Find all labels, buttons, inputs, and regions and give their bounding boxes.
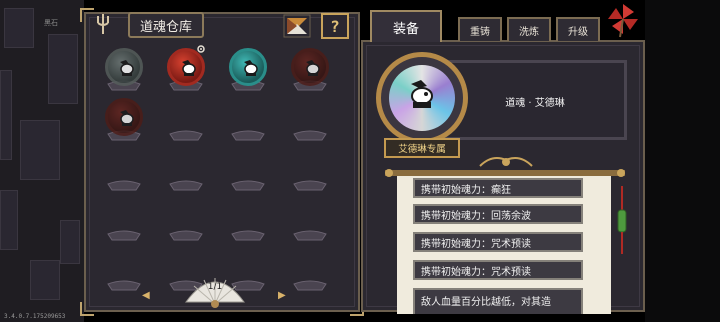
pedestal xyxy=(107,230,141,241)
exclusive-label: 艾德琳专属 xyxy=(384,138,460,158)
empty-soul-slot[interactable] xyxy=(102,148,146,196)
empty-soul-slot[interactable] xyxy=(164,98,208,146)
pinwheel-icon[interactable] xyxy=(606,2,640,38)
frame-corner xyxy=(80,8,94,22)
empty-soul-slot[interactable] xyxy=(164,198,208,246)
empty-soul-slot[interactable] xyxy=(226,98,270,146)
soul-orb xyxy=(105,98,143,136)
next-page-arrow-icon[interactable]: ▶ xyxy=(278,290,286,301)
pedestal xyxy=(107,280,141,291)
pedestal xyxy=(231,130,265,141)
pedestal xyxy=(293,280,327,291)
empty-soul-slot[interactable] xyxy=(164,148,208,196)
tab-refine[interactable]: 洗炼 xyxy=(507,17,551,41)
scroll-rod xyxy=(385,169,625,177)
pedestal xyxy=(293,130,327,141)
pedestal xyxy=(169,130,203,141)
background-label: 黑石 xyxy=(44,19,58,27)
sort-button[interactable] xyxy=(283,14,311,38)
help-button[interactable]: ? xyxy=(321,13,349,39)
empty-soul-slot[interactable] xyxy=(288,148,332,196)
background-scene-right xyxy=(645,0,720,322)
bird-icon xyxy=(182,60,196,76)
bird-icon xyxy=(120,60,134,76)
bird-icon xyxy=(244,60,258,76)
trident-icon xyxy=(97,14,109,34)
version-text: 3.4.0.7.175209653 xyxy=(4,313,66,320)
tab-equip[interactable]: 装备 xyxy=(370,10,442,42)
soul-slot[interactable] xyxy=(102,48,146,96)
effect-entry: 携带初始魂力：咒术预读 xyxy=(413,232,583,252)
pedestal xyxy=(169,230,203,241)
pedestal xyxy=(169,180,203,191)
pedestal xyxy=(107,180,141,191)
pedestal xyxy=(293,180,327,191)
soul-slot[interactable] xyxy=(164,45,208,96)
jade-tassel-icon xyxy=(617,186,627,254)
empty-soul-slot[interactable] xyxy=(102,198,146,246)
pager: ◀ 1/1 ▶ xyxy=(140,274,290,312)
empty-soul-slot[interactable] xyxy=(226,198,270,246)
bird-icon xyxy=(411,80,433,108)
pedestal xyxy=(231,230,265,241)
soul-orb xyxy=(291,48,329,86)
bird-icon xyxy=(306,60,320,76)
bird-icon xyxy=(120,110,134,126)
prev-page-arrow-icon[interactable]: ◀ xyxy=(142,290,150,301)
effect-entry: 敌人血量百分比越低，对其造 xyxy=(413,288,583,314)
effect-entry: 携带初始魂力：癫狂 xyxy=(413,178,583,198)
warehouse-title: 道魂仓库 xyxy=(128,12,204,38)
effects-scroll[interactable]: 携带初始魂力：癫狂 携带初始魂力：回荡余波 携带初始魂力：咒术预读 携带初始魂力… xyxy=(397,176,611,314)
soul-slot[interactable] xyxy=(288,48,332,96)
frame-corner xyxy=(80,302,94,316)
pedestal xyxy=(293,230,327,241)
soul-orb xyxy=(229,48,267,86)
page-indicator: 1/1 xyxy=(207,282,223,292)
flower-icon xyxy=(197,45,205,53)
equipped-soul-orb[interactable] xyxy=(376,52,468,144)
soul-orb xyxy=(105,48,143,86)
effect-entry: 携带初始魂力：回荡余波 xyxy=(413,204,583,224)
empty-soul-slot[interactable] xyxy=(226,148,270,196)
empty-soul-slot[interactable] xyxy=(288,98,332,146)
soul-name: 道魂 · 艾德琳 xyxy=(505,98,565,109)
empty-soul-slot[interactable] xyxy=(288,248,332,296)
background-scene-left xyxy=(0,0,84,322)
soul-slot[interactable] xyxy=(102,98,146,146)
pedestal xyxy=(231,180,265,191)
tab-upgrade[interactable]: 升级 xyxy=(556,17,600,41)
effect-entry: 携带初始魂力：咒术预读 xyxy=(413,260,583,280)
empty-soul-slot[interactable] xyxy=(288,198,332,246)
tab-reforge[interactable]: 重铸 xyxy=(458,17,502,41)
soul-slot[interactable] xyxy=(226,48,270,96)
